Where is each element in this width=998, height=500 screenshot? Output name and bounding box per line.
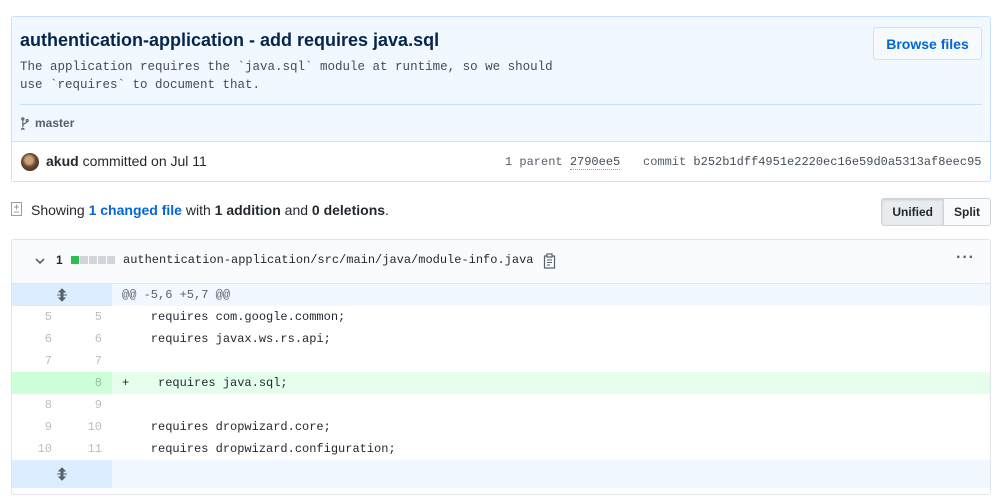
commit-description: The application requires the `java.sql` … <box>20 60 553 92</box>
hunk-header: @@ -5,6 +5,7 @@ <box>112 284 990 306</box>
unfold-icon <box>57 467 67 481</box>
diffstat-neutral-block <box>98 256 106 264</box>
branch-name[interactable]: master <box>35 116 74 130</box>
with-label: with <box>181 202 215 218</box>
period: . <box>385 202 389 218</box>
diff-line-added: 8 + requires java.sql; <box>12 372 990 394</box>
code-line: requires com.google.common; <box>122 310 346 324</box>
new-line-number[interactable]: 10 <box>62 416 112 438</box>
and-label: and <box>280 202 312 218</box>
old-line-number[interactable]: 5 <box>12 306 62 328</box>
diff-table: @@ -5,6 +5,7 @@ 55 requires com.google.c… <box>12 284 990 488</box>
new-line-number[interactable]: 11 <box>62 438 112 460</box>
unified-button[interactable]: Unified <box>881 198 944 226</box>
hunk-footer-row <box>12 460 990 488</box>
diffstat-neutral-block <box>107 256 115 264</box>
expand-up-button[interactable] <box>12 284 112 306</box>
expand-down-button[interactable] <box>12 460 112 488</box>
diff-line-context: 66 requires javax.ws.rs.api; <box>12 328 990 350</box>
commit-title: authentication-application - add require… <box>20 30 440 50</box>
old-line-number[interactable] <box>12 372 62 394</box>
hunk-footer <box>112 460 990 488</box>
diff-line-context: 89 <box>12 394 990 416</box>
chevron-down-icon[interactable] <box>33 254 47 268</box>
new-line-number[interactable]: 9 <box>62 394 112 416</box>
file-path[interactable]: authentication-application/src/main/java… <box>123 253 533 267</box>
old-line-number[interactable]: 6 <box>12 328 62 350</box>
commit-sha: commit b252b1dff4951e2220ec16e59d0a5313a… <box>643 155 981 169</box>
additions-count: 1 addition <box>214 202 281 218</box>
code-line: requires javax.ws.rs.api; <box>122 332 331 346</box>
parent-label: 1 parent <box>505 155 563 169</box>
hunk-header-row: @@ -5,6 +5,7 @@ <box>12 284 990 306</box>
file-diff: 1 authentication-application/src/main/ja… <box>11 239 991 495</box>
browse-files-button[interactable]: Browse files <box>873 27 982 60</box>
commit-label: commit <box>643 155 687 169</box>
diff-view-toggle: Unified Split <box>881 198 991 226</box>
committed-date: committed on Jul 11 <box>78 153 207 169</box>
code-line: requires dropwizard.configuration; <box>122 442 396 456</box>
diff-line-context: 55 requires com.google.common; <box>12 306 990 328</box>
old-line-number[interactable]: 7 <box>12 350 62 372</box>
old-line-number[interactable]: 9 <box>12 416 62 438</box>
commit-sha-value: b252b1dff4951e2220ec16e59d0a5313af8eec95 <box>693 155 982 169</box>
unfold-icon <box>57 288 67 302</box>
deletions-count: 0 deletions <box>311 202 386 218</box>
commit-summary: authentication-application - add require… <box>12 17 990 141</box>
changed-files-link[interactable]: 1 changed file <box>89 202 182 218</box>
diffstat-add-block <box>71 256 79 264</box>
file-header: 1 authentication-application/src/main/ja… <box>12 240 990 284</box>
new-line-number[interactable]: 6 <box>62 328 112 350</box>
clipboard-icon[interactable] <box>543 253 557 269</box>
new-line-number[interactable]: 5 <box>62 306 112 328</box>
diff-change-count: 1 <box>56 253 63 267</box>
old-line-number[interactable]: 10 <box>12 438 62 460</box>
diffstat-neutral-block <box>80 256 88 264</box>
new-line-number[interactable]: 7 <box>62 350 112 372</box>
parent-sha-link[interactable]: 2790ee5 <box>569 155 621 170</box>
avatar[interactable] <box>21 153 39 171</box>
diff-summary: Showing 1 changed file with 1 addition a… <box>31 202 389 218</box>
old-line-number[interactable]: 8 <box>12 394 62 416</box>
new-line-number[interactable]: 8 <box>62 372 112 394</box>
git-branch-icon <box>21 117 29 130</box>
code-line: requires dropwizard.core; <box>122 420 331 434</box>
more-options-icon[interactable]: ··· <box>956 250 974 270</box>
diff-line-context: 77 <box>12 350 990 372</box>
branch-info: master <box>20 116 74 130</box>
diff-line-context: 9 10 requires dropwizard.core; <box>12 416 990 438</box>
author-line: akud committed on Jul 11 <box>46 153 207 169</box>
code-line: + requires java.sql; <box>112 372 990 394</box>
diff-line-context: 10 11 requires dropwizard.configuration; <box>12 438 990 460</box>
commit-header: authentication-application - add require… <box>11 16 991 182</box>
divider <box>20 104 982 105</box>
file-diff-icon <box>11 202 22 216</box>
diff-stats-bar: Showing 1 changed file with 1 addition a… <box>11 198 991 226</box>
showing-label: Showing <box>31 202 89 218</box>
split-button[interactable]: Split <box>944 198 991 226</box>
commit-meta: akud committed on Jul 11 1 parent 2790ee… <box>12 141 990 181</box>
diffstat-bar <box>71 256 115 264</box>
parent-info: 1 parent 2790ee5 <box>505 155 621 170</box>
diffstat-neutral-block <box>89 256 97 264</box>
author-name[interactable]: akud <box>46 153 79 169</box>
